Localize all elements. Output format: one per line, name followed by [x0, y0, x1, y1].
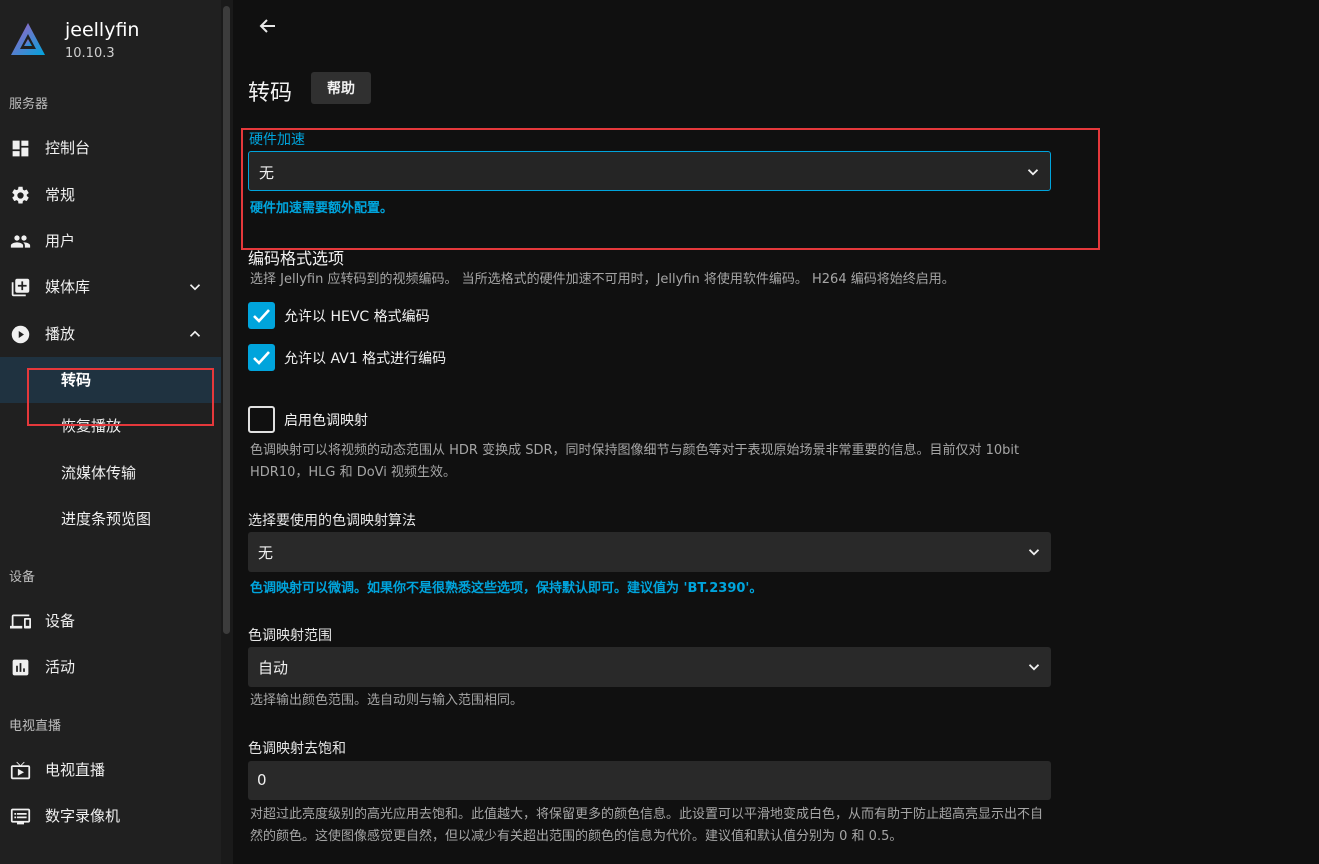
sidebar-subitem-trickplay[interactable]: 进度条预览图	[0, 496, 221, 542]
tonemap-algorithm-select[interactable]: 无	[248, 532, 1051, 572]
sidebar-item-label: 播放	[45, 325, 76, 343]
devices-icon	[10, 611, 31, 632]
section-server: 服务器	[9, 97, 49, 112]
chevron-down-icon	[1025, 543, 1043, 561]
chevron-down-icon	[1024, 163, 1042, 181]
sidebar-item-general[interactable]: 常规	[0, 172, 221, 218]
codec-options-desc: 选择 Jellyfin 应转码到的视频编码。 当所选格式的硬件加速不可用时，Je…	[250, 272, 955, 287]
tonemap-algorithm-label: 选择要使用的色调映射算法	[248, 513, 416, 529]
hevc-checkbox[interactable]	[248, 302, 275, 329]
sidebar-subitem-label: 流媒体传输	[61, 464, 137, 482]
sidebar-item-label: 电视直播	[45, 761, 106, 779]
av1-checkbox[interactable]	[248, 344, 275, 371]
sidebar-item-libraries[interactable]: 媒体库	[0, 264, 221, 310]
av1-checkbox-label[interactable]: 允许以 AV1 格式进行编码	[284, 348, 446, 368]
tonemapping-checkbox-label[interactable]: 启用色调映射	[284, 410, 368, 430]
sidebar-item-users[interactable]: 用户	[0, 218, 221, 264]
tonemap-algorithm-value: 无	[258, 544, 274, 562]
sidebar-item-dvr[interactable]: 数字录像机	[0, 793, 221, 839]
sidebar-subitem-resume[interactable]: 恢复播放	[0, 403, 221, 449]
play-circle-icon	[10, 324, 31, 345]
sidebar: jeellyfin 10.10.3 服务器 控制台 常规 用户 媒体库 播放 转…	[0, 0, 221, 864]
hw-accel-value: 无	[259, 164, 275, 182]
jellyfin-logo-icon[interactable]	[9, 21, 47, 59]
tonemap-desat-label: 色调映射去饱和	[248, 741, 346, 757]
people-icon	[10, 231, 31, 252]
sidebar-subitem-label: 转码	[61, 371, 92, 389]
app-name: jeellyfin	[65, 19, 140, 41]
sidebar-item-playback[interactable]: 播放	[0, 311, 221, 357]
hw-accel-hint: 硬件加速需要额外配置。	[250, 201, 394, 216]
app-version: 10.10.3	[65, 46, 115, 61]
dashboard-icon	[10, 138, 31, 159]
sidebar-item-livetv[interactable]: 电视直播	[0, 747, 221, 793]
hw-accel-label: 硬件加速	[249, 132, 305, 148]
section-livetv: 电视直播	[9, 719, 62, 734]
sidebar-item-activity[interactable]: 活动	[0, 644, 221, 690]
gear-icon	[10, 185, 31, 206]
sidebar-subitem-label: 恢复播放	[61, 417, 122, 435]
sidebar-item-label: 常规	[45, 186, 76, 204]
chevron-down-icon	[1025, 658, 1043, 676]
tonemapping-checkbox[interactable]	[248, 406, 275, 433]
tonemap-desat-input[interactable]: 0	[248, 761, 1051, 800]
sidebar-item-dashboard[interactable]: 控制台	[0, 125, 221, 171]
sidebar-subitem-label: 进度条预览图	[61, 510, 152, 528]
hw-accel-select[interactable]: 无	[248, 151, 1051, 191]
back-arrow-icon[interactable]	[256, 14, 280, 38]
library-add-icon	[10, 277, 31, 298]
help-button[interactable]: 帮助	[311, 72, 371, 104]
sidebar-item-devices[interactable]: 设备	[0, 598, 221, 644]
chevron-up-icon[interactable]	[186, 325, 204, 343]
sidebar-item-label: 活动	[45, 658, 76, 676]
tv-icon	[10, 760, 31, 781]
checkmark-icon	[253, 309, 270, 323]
sidebar-item-label: 数字录像机	[45, 807, 121, 825]
activity-icon	[10, 657, 31, 678]
tonemap-desat-desc: 对超过此亮度级别的高光应用去饱和。此值越大，将保留更多的颜色信息。此设置可以平滑…	[250, 807, 1044, 844]
tonemap-algorithm-hint: 色调映射可以微调。如果你不是很熟悉这些选项，保持默认即可。建议值为 'BT.23…	[250, 581, 763, 596]
sidebar-subitem-streaming[interactable]: 流媒体传输	[0, 450, 221, 496]
checkmark-icon	[253, 351, 270, 365]
hevc-checkbox-label[interactable]: 允许以 HEVC 格式编码	[284, 306, 430, 326]
sidebar-item-label: 控制台	[45, 139, 91, 157]
dvr-icon	[10, 806, 31, 827]
chevron-down-icon[interactable]	[186, 278, 204, 296]
tonemap-range-value: 自动	[258, 659, 289, 677]
sidebar-subitem-transcoding[interactable]: 转码	[0, 357, 221, 403]
sidebar-item-label: 设备	[45, 612, 76, 630]
tonemapping-desc: 色调映射可以将视频的动态范围从 HDR 变换成 SDR，同时保持图像细节与颜色等…	[250, 443, 1020, 480]
section-devices: 设备	[9, 570, 36, 585]
tonemap-range-desc: 选择输出颜色范围。选自动则与输入范围相同。	[250, 693, 524, 708]
sidebar-item-label: 媒体库	[45, 278, 91, 296]
tonemap-range-label: 色调映射范围	[248, 628, 332, 644]
sidebar-scrollbar[interactable]	[221, 0, 233, 864]
sidebar-scrollbar-thumb[interactable]	[223, 6, 230, 634]
sidebar-item-label: 用户	[45, 232, 76, 250]
codec-options-heading: 编码格式选项	[248, 249, 345, 268]
tonemap-range-select[interactable]: 自动	[248, 647, 1051, 687]
page-title: 转码	[248, 81, 293, 106]
tonemap-desat-value: 0	[257, 771, 267, 789]
